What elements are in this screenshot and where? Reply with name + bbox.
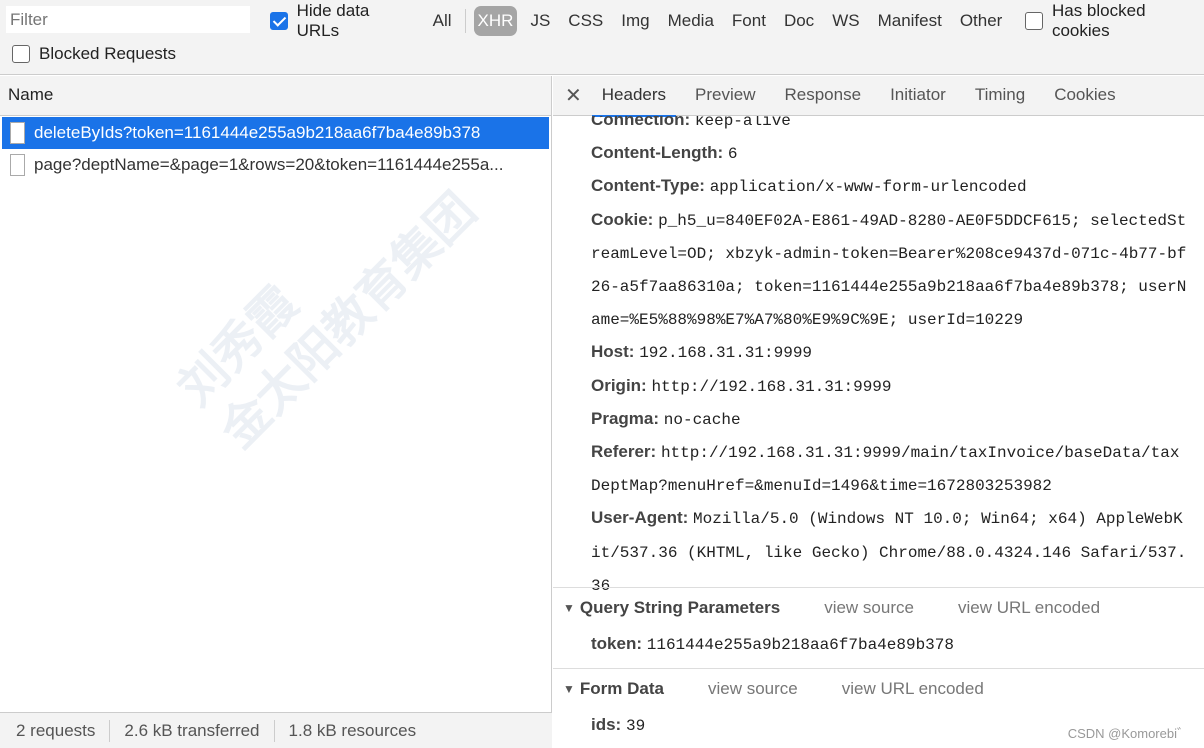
request-headers: Connection: keep-alive Content-Length: 6C…: [591, 116, 1204, 602]
header-name: Origin:: [591, 375, 647, 395]
header-line: DeptMap?menuHref=&menuId=1496&time=16728…: [591, 469, 1204, 502]
type-filter-manifest[interactable]: Manifest: [873, 7, 947, 35]
header-name: Cookie:: [591, 209, 654, 229]
header-name: Content-Length:: [591, 143, 724, 163]
tab-timing[interactable]: Timing: [975, 76, 1025, 116]
hide-data-urls-checkbox[interactable]: [270, 12, 288, 30]
type-filter-bar: Hide data URLs All XHR JS CSS Img Media Font Do…: [270, 1, 1204, 40]
header-value: reamLevel=OD; xbzyk-admin-token=Bearer%2…: [591, 244, 1187, 263]
type-filter-doc[interactable]: Doc: [779, 7, 819, 35]
filter-input[interactable]: [6, 6, 250, 33]
query-section-title[interactable]: Query String Parameters: [580, 598, 780, 618]
header-name: Referer:: [591, 442, 657, 462]
query-view-source-link[interactable]: view source: [824, 598, 914, 618]
network-toolbar: Hide data URLs All XHRJS CSS Img Media Font Do…: [0, 0, 1204, 75]
type-filter-ws[interactable]: WS: [827, 7, 864, 35]
query-string-section: ▼ Query String Parameters view source view …: [553, 587, 1204, 661]
header-line: User-Agent: Mozilla/5.0 (Windows NT 10.0…: [591, 502, 1204, 535]
header-value: DeptMap?menuHref=&menuId=1496&time=16728…: [591, 477, 1052, 496]
tab-cookies[interactable]: Cookies: [1054, 76, 1115, 116]
tab-preview[interactable]: Preview: [695, 76, 755, 116]
tab-initiator[interactable]: Initiator: [890, 76, 946, 116]
header-line: Content-Length: 6: [591, 137, 1204, 170]
request-count: 2 requests: [16, 720, 96, 740]
form-view-url-encoded-link[interactable]: view URL encoded: [842, 679, 984, 699]
name-column-header[interactable]: Name: [0, 76, 551, 116]
blocked-requests-label: Blocked Requests: [39, 44, 177, 63]
header-name: User-Agent:: [591, 508, 689, 528]
header-line: it/537.36 (KHTML, like Gecko) Chrome/88.…: [591, 536, 1204, 569]
close-icon[interactable]: ✕: [565, 83, 582, 108]
tab-headers[interactable]: Headers: [591, 76, 677, 117]
form-view-source-link[interactable]: view source: [708, 679, 798, 699]
header-line: Content-Type: application/x-www-form-url…: [591, 170, 1204, 203]
type-filter-xhr[interactable]: XHR: [473, 6, 518, 36]
request-row[interactable]: page?deptName=&page=1&rows=20&token=1161…: [0, 149, 551, 181]
request-details-panel: ✕ Headers Preview Response Initiator Timing Co…: [553, 76, 1204, 748]
has-blocked-cookies-label: Has blocked cookies: [1051, 1, 1146, 40]
header-value: application/x-www-form-urlencoded: [709, 178, 1027, 197]
header-line: Pragma: no-cache: [591, 403, 1204, 436]
triangle-down-icon[interactable]: ▼: [563, 601, 575, 615]
form-section-title[interactable]: Form Data: [580, 679, 664, 699]
header-value: 192.168.31.31:9999: [639, 344, 813, 363]
type-filter-css[interactable]: CSS: [563, 7, 608, 35]
blocked-requests-checkbox[interactable]: [12, 45, 30, 63]
header-name: Connection:: [591, 116, 691, 129]
request-name: page?deptName=&page=1&rows=20&token=1161…: [34, 155, 504, 174]
header-value: it/537.36 (KHTML, like Gecko) Chrome/88.…: [591, 543, 1187, 562]
header-line: Origin: http://192.168.31.31:9999: [591, 370, 1204, 403]
has-blocked-cookies-checkbox[interactable]: [1025, 12, 1043, 30]
header-line: Host: 192.168.31.31:9999: [591, 336, 1204, 369]
request-name: deleteByIds?token=1161444e255a9b218aa6f7…: [34, 123, 481, 142]
tab-response[interactable]: Response: [785, 76, 862, 116]
header-value: 26-a5f7aa86310a; token=1161444e255a9b218…: [591, 278, 1187, 297]
type-filter-img[interactable]: Img: [616, 7, 654, 35]
hide-data-urls-label: Hide data URLs: [296, 1, 370, 40]
resources-size: 1.8 kB resources: [288, 720, 417, 740]
header-line: 26-a5f7aa86310a; token=1161444e255a9b218…: [591, 270, 1204, 303]
type-filter-other[interactable]: Other: [955, 7, 1008, 35]
type-filter-media[interactable]: Media: [663, 7, 719, 35]
type-filter-js[interactable]: JS: [525, 7, 555, 35]
query-view-url-encoded-link[interactable]: view URL encoded: [958, 598, 1100, 618]
header-value: ame=%E5%88%98%E7%A7%80%E9%9C%9E; userId=…: [591, 311, 1024, 330]
header-line: reamLevel=OD; xbzyk-admin-token=Bearer%2…: [591, 237, 1204, 270]
header-value: keep-alive: [694, 116, 791, 130]
header-name: Host:: [591, 342, 635, 362]
csdn-watermark: CSDN @Komorebi゛: [1067, 726, 1190, 741]
divider: [464, 9, 466, 33]
header-value: p_h5_u=840EF02A-E861-49AD-8280-AE0F5DDCF…: [658, 211, 1187, 230]
header-name: Pragma:: [591, 408, 660, 428]
header-line: Referer: http://192.168.31.31:9999/main/…: [591, 436, 1204, 469]
header-value: http://192.168.31.31:9999: [651, 377, 892, 396]
type-filter-font[interactable]: Font: [727, 7, 771, 35]
type-filter-all[interactable]: All: [428, 7, 457, 35]
file-icon: [10, 122, 25, 144]
request-list-panel: Name deleteByIds?token=1161444e255a9b218…: [0, 76, 552, 748]
status-bar: 2 requests 2.6 kB transferred 1.8 kB res…: [0, 712, 552, 748]
header-value: http://192.168.31.31:9999/main/taxInvoic…: [660, 444, 1180, 463]
header-line: Cookie: p_h5_u=840EF02A-E861-49AD-8280-A…: [591, 204, 1204, 237]
transferred-size: 2.6 kB transferred: [124, 720, 260, 740]
header-value: Mozilla/5.0 (Windows NT 10.0; Win64; x64…: [693, 510, 1183, 529]
request-row[interactable]: deleteByIds?token=1161444e255a9b218aa6f7…: [2, 117, 549, 149]
header-line: ame=%E5%88%98%E7%A7%80%E9%9C%9E; userId=…: [591, 303, 1204, 336]
header-name: Content-Type:: [591, 176, 705, 196]
file-icon: [10, 154, 25, 176]
triangle-down-icon[interactable]: ▼: [563, 682, 575, 696]
header-line: Connection: keep-alive: [591, 116, 1204, 137]
header-value: no-cache: [663, 410, 741, 429]
header-value: 6: [727, 145, 738, 164]
